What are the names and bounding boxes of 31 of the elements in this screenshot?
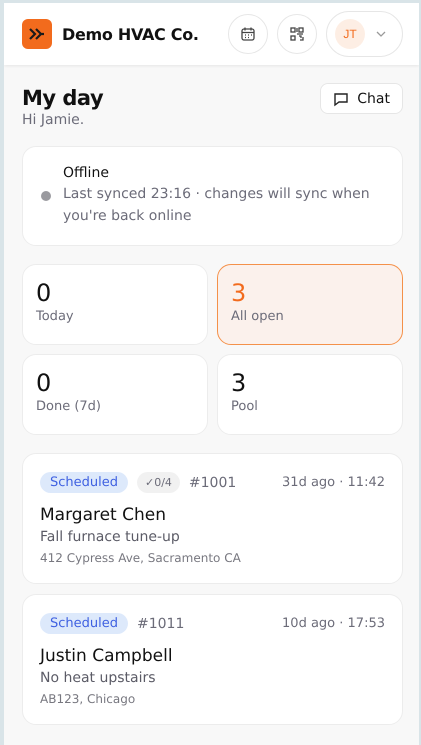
job-title: No heat upstairs — [40, 670, 157, 686]
checklist-badge: ✓0/4 — [137, 472, 180, 493]
calendar-button[interactable] — [228, 14, 268, 54]
status-message: Last synced 23:16 · changes will sync when you're back online — [63, 185, 371, 226]
calendar-icon — [240, 26, 256, 42]
job-card[interactable]: Scheduled #1011 10d ago · 17:53 Justin Campbell No heat upstairs AB123, Chicago — [22, 594, 403, 725]
stat-card[interactable]: 0 Today — [22, 264, 208, 345]
job-number: #1001 — [188, 474, 236, 490]
status-title: Offline — [63, 165, 110, 181]
company-name: Demo HVAC Co. — [62, 24, 200, 44]
stat-card[interactable]: 0 Done (7d) — [22, 354, 208, 435]
status-badge: Scheduled — [40, 613, 128, 634]
job-number: #1011 — [137, 616, 184, 632]
job-time: 31d ago · 11:42 — [282, 475, 385, 490]
job-address: 412 Cypress Ave, Sacramento CA — [40, 551, 242, 565]
greeting: Hi Jamie. — [22, 112, 86, 128]
job-title: Fall furnace tune-up — [40, 529, 181, 545]
qr-code-icon — [289, 26, 305, 42]
stat-card[interactable]: 3 All open — [217, 264, 403, 345]
job-time: 10d ago · 17:53 — [282, 616, 385, 631]
logo-icon — [22, 19, 52, 49]
status-badge: Scheduled — [40, 472, 128, 493]
customer-name: Margaret Chen — [40, 505, 168, 525]
page-title: My day — [22, 86, 104, 110]
stat-card[interactable]: 3 Pool — [217, 354, 403, 435]
customer-name: Justin Campbell — [40, 646, 174, 666]
chat-button[interactable]: Chat — [320, 83, 403, 114]
qr-code-button[interactable] — [277, 14, 317, 54]
job-address: AB123, Chicago — [40, 692, 136, 706]
job-card[interactable]: Scheduled ✓0/4 #1001 31d ago · 11:42 Margaret Chen Fall furnace tune-up 412 Cypress Ave, Sacramento CA — [22, 453, 403, 584]
chat-icon — [333, 90, 350, 106]
